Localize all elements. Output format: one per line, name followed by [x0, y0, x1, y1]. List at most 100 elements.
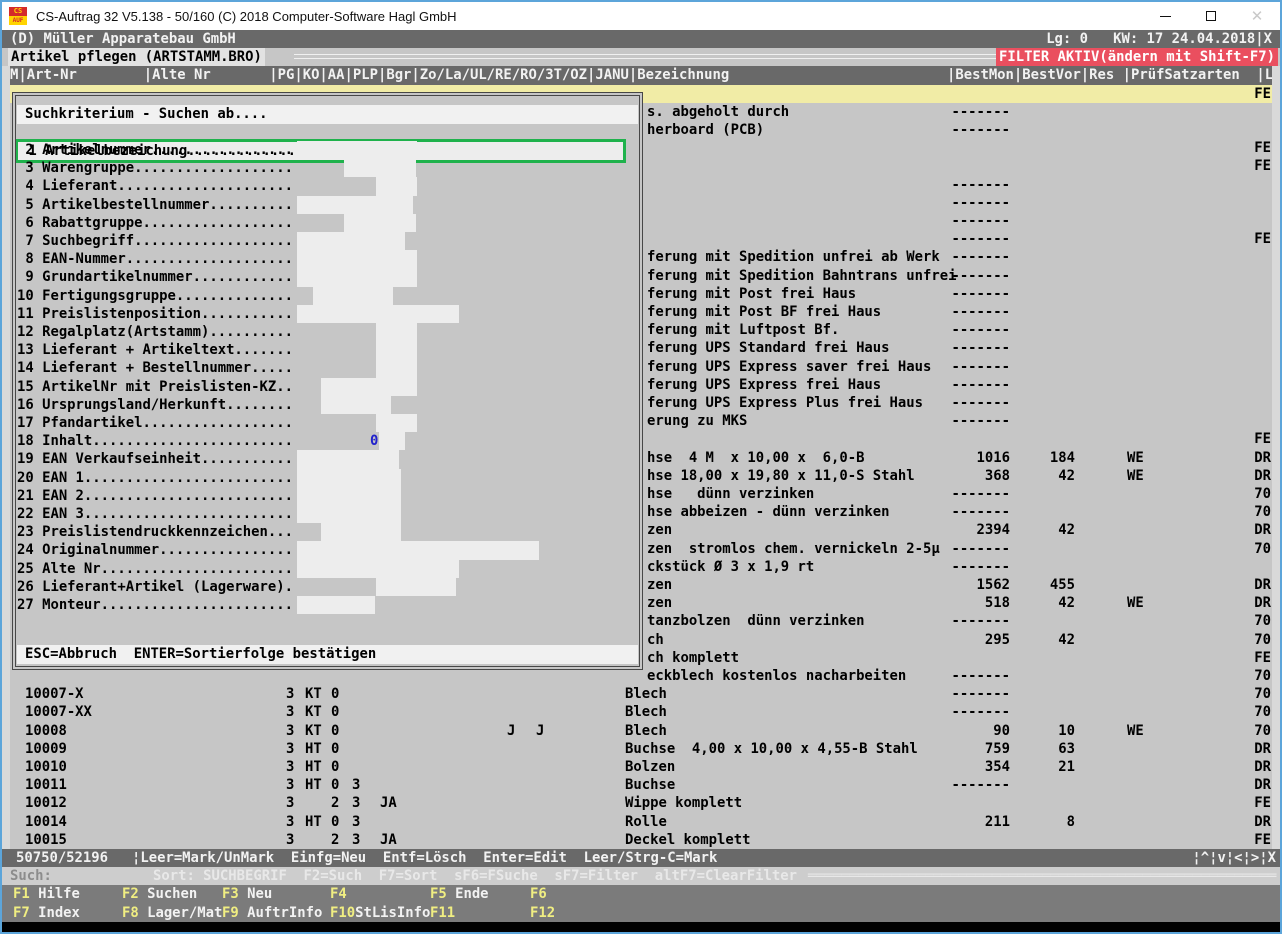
field-input[interactable] [313, 286, 393, 305]
cell-pruef: WE [1127, 722, 1144, 739]
field-input[interactable] [297, 559, 459, 578]
dialog-field-19[interactable]: 19 EAN Verkaufseinheit........... [13, 450, 642, 469]
dialog-field-16[interactable]: 16 Ursprungsland/Herkunft........ [13, 395, 642, 414]
field-input[interactable] [376, 414, 417, 433]
dialog-field-9[interactable]: 9 Grundartikelnummer............ [13, 268, 642, 287]
field-input[interactable] [376, 177, 417, 196]
field-input[interactable] [344, 159, 416, 178]
cell-li: FE [1254, 795, 1271, 812]
fkey-f7[interactable]: F7 Index [13, 904, 80, 922]
cell-frag: ferung UPS Express saver frei Haus [647, 358, 932, 375]
scroll-indicators[interactable]: ¦^¦v¦<¦>¦X [1192, 849, 1276, 867]
table-row-10007-XX[interactable]: 10007-XX 3 KT 0 Blech ------- 70 [2, 703, 1280, 721]
field-input[interactable] [379, 432, 405, 451]
maximize-button[interactable] [1188, 2, 1234, 30]
dialog-field-17[interactable]: 17 Pfandartikel.................. [13, 414, 642, 433]
field-input[interactable] [376, 359, 417, 378]
table-row-10008[interactable]: 10008 3 KT 0 J J Blech WE 90 10 70 [2, 722, 1280, 740]
fkey-label: Neu [238, 886, 273, 903]
dialog-field-27[interactable]: 27 Monteur....................... [13, 596, 642, 615]
cell-li: FE [1254, 158, 1271, 175]
field-value[interactable]: 0 [370, 432, 378, 450]
dialog-field-7[interactable]: 7 Suchbegriff................... [13, 232, 642, 251]
cell-bestmon: ------- [951, 103, 1010, 120]
field-input[interactable] [344, 213, 416, 232]
table-row-10014[interactable]: 10014 3 HT 0 3 Rolle 211 8 DR [2, 813, 1280, 831]
field-input[interactable] [297, 250, 417, 269]
field-input[interactable] [321, 523, 401, 542]
dialog-field-6[interactable]: 6 Rabattgruppe.................. [13, 213, 642, 232]
fkey-f11[interactable]: F11 [430, 904, 455, 922]
field-input[interactable] [297, 195, 413, 214]
record-counter: 50750/52196 [16, 850, 108, 866]
fkey-f6[interactable]: F6 [530, 885, 547, 903]
dialog-field-14[interactable]: 14 Lieferant + Bestellnummer..... [13, 359, 642, 378]
field-input[interactable] [321, 395, 391, 414]
cell-bez: Bolzen [625, 759, 676, 775]
dialog-field-25[interactable]: 25 Alte Nr....................... [13, 559, 642, 578]
dialog-field-8[interactable]: 8 EAN-Nummer.................... [13, 250, 642, 269]
field-input[interactable] [376, 577, 456, 596]
fkey-f4[interactable]: F4 [330, 885, 347, 903]
fkey-f1[interactable]: F1 Hilfe [13, 885, 80, 903]
dialog-field-26[interactable]: 26 Lieferant+Artikel (Lagerware). [13, 577, 642, 596]
field-input[interactable] [376, 341, 417, 360]
dialog-field-4[interactable]: 4 Lieferant..................... [13, 177, 642, 196]
field-label: 2 Artikelnummer................. [17, 142, 293, 158]
fkey-f5[interactable]: F5 Ende [430, 885, 489, 903]
dialog-field-10[interactable]: 10 Fertigungsgruppe.............. [13, 286, 642, 305]
cell-artnr: 10010 [25, 759, 67, 775]
dialog-field-24[interactable]: 24 Originalnummer................ [13, 541, 642, 560]
field-input[interactable] [376, 323, 417, 342]
cell-bestmon: ------- [951, 558, 1010, 575]
cell-frag: ch [647, 631, 664, 648]
field-input[interactable] [297, 596, 375, 615]
fkey-f12[interactable]: F12 [530, 904, 555, 922]
dialog-field-11[interactable]: 11 Preislistenposition........... [13, 304, 642, 323]
field-input[interactable] [297, 141, 417, 160]
dialog-field-18[interactable]: 18 Inhalt........................ 0 [13, 432, 642, 451]
field-input[interactable] [297, 304, 459, 323]
table-row-10009[interactable]: 10009 3 HT 0 Buchse 4,00 x 10,00 x 4,55-B St… [2, 740, 1280, 758]
fkey-f2[interactable]: F2 Suchen [122, 885, 197, 903]
field-input[interactable] [297, 232, 405, 251]
field-input[interactable] [297, 468, 401, 487]
cell-bestmon: ------- [951, 686, 1010, 703]
fkey-f8[interactable]: F8 Lager/Mat [122, 904, 222, 922]
dialog-field-3[interactable]: 3 Warengruppe................... [13, 159, 642, 178]
dialog-field-20[interactable]: 20 EAN 1......................... [13, 468, 642, 487]
table-row-10011[interactable]: 10011 3 HT 0 3 Buchse ------- DR [2, 776, 1280, 794]
cell-bestmon: 518 [984, 595, 1010, 612]
field-input[interactable] [297, 541, 539, 560]
cell-bestvor: 8 [1066, 813, 1075, 830]
dialog-field-15[interactable]: 15 ArtikelNr mit Preislisten-KZ.. [13, 377, 642, 396]
cell-plp: 3 [352, 813, 361, 830]
cell-aa: 2 [331, 831, 340, 848]
table-row-10010[interactable]: 10010 3 HT 0 Bolzen 354 21 DR [2, 758, 1280, 776]
dialog-field-22[interactable]: 22 EAN 3......................... [13, 505, 642, 524]
dialog-field-21[interactable]: 21 EAN 2......................... [13, 486, 642, 505]
field-input[interactable] [297, 268, 417, 287]
dialog-field-2[interactable]: 2 Artikelnummer................. [13, 141, 642, 160]
fkey-f10[interactable]: F10StLisInfo [330, 904, 430, 922]
close-button[interactable]: ✕ [1234, 2, 1280, 30]
cell-bestmon: 211 [984, 813, 1010, 830]
dialog-field-5[interactable]: 5 Artikelbestellnummer.......... [13, 195, 642, 214]
dialog-field-13[interactable]: 13 Lieferant + Artikeltext....... [13, 341, 642, 360]
dialog-field-12[interactable]: 12 Regalplatz(Artstamm).......... [13, 323, 642, 342]
field-label: 24 Originalnummer................ [17, 542, 293, 559]
fkey-f9[interactable]: F9 AuftrInfo [222, 904, 322, 922]
fkey-f3[interactable]: F3 Neu [222, 885, 272, 903]
table-row-10012[interactable]: 10012 3 2 3 JA Wippe komplett FE [2, 794, 1280, 812]
field-input[interactable] [297, 505, 401, 524]
table-row-10007-X[interactable]: 10007-X 3 KT 0 Blech ------- 70 [2, 685, 1280, 703]
minimize-button[interactable] [1142, 2, 1188, 30]
field-input[interactable] [321, 377, 417, 396]
dialog-field-23[interactable]: 23 Preislistendruckkennzeichen... [13, 523, 642, 542]
fkey-number: F5 [430, 886, 447, 903]
cell-bez: Buchse 4,00 x 10,00 x 4,55-B Stahl [625, 740, 918, 757]
field-input[interactable] [297, 486, 401, 505]
table-row-10015[interactable]: 10015 3 2 3 JA Deckel komplett FE [2, 831, 1280, 849]
field-input[interactable] [297, 450, 399, 469]
field-label: 26 Lieferant+Artikel (Lagerware). [17, 578, 293, 595]
